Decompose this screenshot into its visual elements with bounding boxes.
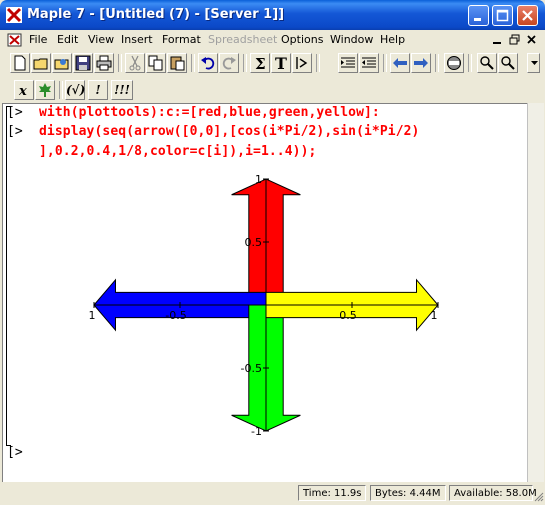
svg-text:T: T	[275, 55, 287, 71]
copy-icon	[148, 55, 163, 71]
cut-button[interactable]	[125, 53, 145, 73]
save-button[interactable]	[73, 53, 93, 73]
context-toolbar: x (√) ! !!!	[4, 77, 541, 103]
y-tick-label: 0.5	[245, 236, 263, 249]
menu-insert[interactable]: Insert	[121, 33, 153, 46]
title-bar: Maple 7 - [Untitled (7) - [Server 1]]	[0, 0, 545, 30]
open-button[interactable]	[31, 53, 51, 73]
x-tick-label: 0.5	[339, 309, 357, 322]
y-tick-label: -1	[251, 425, 262, 438]
status-bytes: Bytes: 4.44M	[370, 485, 446, 501]
new-document-icon	[14, 55, 26, 71]
outdent-button[interactable]	[359, 53, 379, 73]
window-title: Maple 7 - [Untitled (7) - [Server 1]]	[27, 7, 285, 22]
menu-view[interactable]: View	[88, 33, 114, 46]
cut-icon	[129, 55, 141, 71]
print-icon	[96, 55, 112, 71]
maple-leaf-menu-icon[interactable]	[7, 32, 23, 48]
status-time: Time: 11.9s	[298, 485, 366, 501]
input-line-2[interactable]: display(seq(arrow([0,0],[cos(i*Pi/2),sin…	[39, 124, 419, 139]
y-tick-label: 1	[255, 173, 262, 186]
zoom-out-icon	[501, 56, 515, 70]
open-folder-icon	[33, 58, 48, 70]
maple-leaf-button[interactable]	[35, 80, 55, 100]
maple-app-icon[interactable]	[6, 7, 22, 23]
arrow-right-icon	[414, 58, 428, 68]
chevron-down-icon	[531, 61, 538, 65]
copy-button[interactable]	[146, 53, 166, 73]
undo-button[interactable]	[198, 53, 218, 73]
mdi-close-icon[interactable]	[524, 33, 540, 47]
outdent-icon	[341, 57, 355, 68]
input-line-1[interactable]: with(plottools):c:=[red,blue,green,yello…	[39, 105, 380, 120]
back-button[interactable]	[390, 53, 410, 73]
math-input-button[interactable]: Σ	[250, 53, 270, 73]
redo-icon	[222, 57, 236, 70]
sigma-icon: Σ	[255, 55, 266, 71]
undo-icon	[201, 57, 215, 70]
mdi-minimize-icon[interactable]	[490, 33, 506, 47]
arrow-plot[interactable]: -1 -0.5 0.5 1 1 0.5 -0.5 -1	[88, 171, 468, 441]
main-toolbar: Σ T	[4, 50, 541, 76]
prompt-1: [>	[7, 105, 23, 120]
paste-button[interactable]	[167, 53, 187, 73]
minimize-button[interactable]	[468, 5, 489, 26]
zoom-in-icon	[480, 56, 494, 70]
insert-prompt-button[interactable]	[292, 53, 312, 73]
empty-prompt[interactable]: [>	[7, 445, 23, 460]
menu-file[interactable]: File	[29, 33, 47, 46]
prompt-2: [>	[7, 124, 23, 139]
execute-button[interactable]: !	[88, 80, 108, 100]
maximize-button[interactable]	[492, 5, 513, 26]
menu-spreadsheet[interactable]: Spreadsheet	[208, 33, 277, 46]
mdi-restore-icon[interactable]	[507, 33, 523, 47]
vertical-scrollbar[interactable]	[527, 103, 544, 482]
y-tick-label: -0.5	[241, 362, 262, 375]
indent-button[interactable]	[338, 53, 358, 73]
zoom-in-button[interactable]	[477, 53, 497, 73]
new-button[interactable]	[10, 53, 30, 73]
redo-button[interactable]	[219, 53, 239, 73]
stop-icon	[447, 56, 461, 70]
open-url-icon	[54, 59, 69, 70]
menu-window[interactable]: Window	[330, 33, 373, 46]
menu-bar: File Edit View Insert Format Spreadsheet…	[4, 30, 541, 50]
x-tick-label: -0.5	[165, 309, 186, 322]
menu-options[interactable]: Options	[281, 33, 323, 46]
text-input-button[interactable]: T	[271, 53, 291, 73]
evaluate-button[interactable]: (√)	[65, 80, 85, 100]
toolbar-scroll-button[interactable]	[527, 53, 540, 73]
menu-format[interactable]: Format	[162, 33, 201, 46]
status-bar: Time: 11.9s Bytes: 4.44M Available: 58.0…	[0, 482, 545, 505]
menu-edit[interactable]: Edit	[57, 33, 78, 46]
resize-grip-icon[interactable]	[533, 491, 544, 502]
x-icon: x	[18, 84, 27, 98]
x-tick-label: 1	[431, 309, 438, 322]
x-tick-label: -1	[88, 309, 95, 322]
zoom-out-button[interactable]	[498, 53, 518, 73]
close-button[interactable]	[517, 5, 538, 26]
save-icon	[75, 55, 91, 71]
input-line-2-continued[interactable]: ],0.2,0.4,1/8,color=c[i]),i=1..4));	[39, 144, 316, 159]
forward-button[interactable]	[411, 53, 431, 73]
text-t-icon: T	[275, 55, 287, 71]
status-available: Available: 58.0M	[449, 485, 537, 501]
arrow-left-icon	[393, 58, 407, 68]
execution-group-bracket[interactable]	[6, 106, 11, 446]
maple-leaf-icon	[39, 83, 51, 97]
svg-text:Σ: Σ	[255, 55, 266, 71]
worksheet-area[interactable]: [> with(plottools):c:=[red,blue,green,ye…	[2, 103, 527, 483]
interrupt-button[interactable]: x	[14, 80, 34, 100]
svg-text:x: x	[18, 84, 27, 98]
menu-help[interactable]: Help	[380, 33, 405, 46]
open-url-button[interactable]	[52, 53, 72, 73]
indent-icon	[362, 57, 376, 68]
paste-icon	[170, 56, 185, 71]
execute-all-button[interactable]: !!!	[111, 80, 133, 100]
print-button[interactable]	[94, 53, 114, 73]
insert-prompt-icon	[296, 57, 308, 69]
stop-button[interactable]	[444, 53, 464, 73]
